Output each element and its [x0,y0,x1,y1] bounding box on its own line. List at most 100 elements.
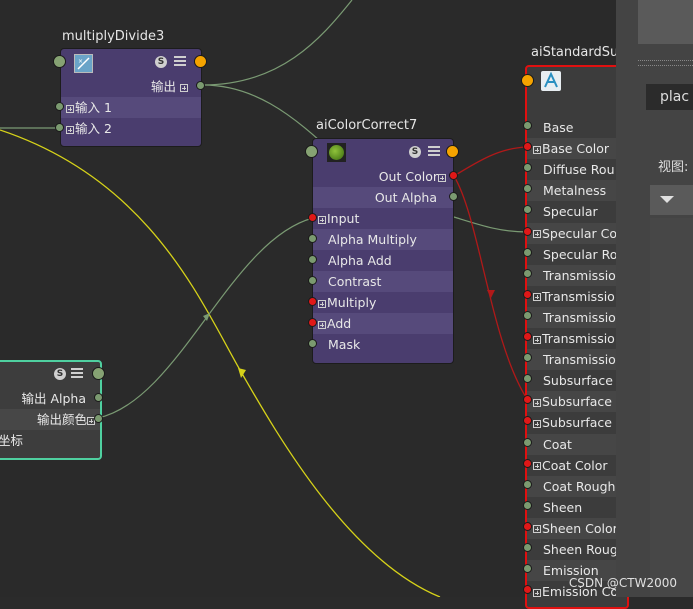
wire-red-subsurface [453,175,528,400]
attr-label: Coat Rough [543,478,616,494]
out-color-port[interactable] [94,414,103,423]
attr-row: Specular Ro [527,243,627,265]
attr-row: Base Color [527,138,627,160]
multiply-divide-node[interactable]: × S 输出 输入 1 输入 2 [60,48,202,147]
menu-icon[interactable] [428,146,440,157]
attr-label: Specular Co [542,225,617,241]
node-name-field[interactable]: plac [646,84,693,110]
multiply-divide-title: multiplyDivide3 [62,29,165,44]
swatch-toggle-icon[interactable]: S [54,368,66,380]
expand-icon[interactable] [533,293,541,302]
attr-port[interactable] [523,543,532,552]
multiply-divide-input-port[interactable] [53,55,66,68]
multiply-divide-output-port[interactable] [194,55,207,68]
contrast-port[interactable] [308,276,317,285]
attr-port[interactable] [523,437,532,447]
attribute-panel: plac 视图: [616,0,693,597]
mask-port[interactable] [308,339,317,348]
attr-label: Coat [543,436,572,452]
standard-surface-title: aiStandardSu [531,45,619,60]
swatch-toggle-icon[interactable]: S [155,56,167,68]
attr-port[interactable] [523,458,532,468]
input-1-port[interactable] [55,102,64,111]
expand-icon[interactable] [438,173,446,182]
wire-top-out [202,0,353,86]
input-port[interactable] [308,213,317,222]
expand-icon[interactable] [533,398,541,407]
alpha-multiply-port[interactable] [308,234,317,243]
expand-icon[interactable] [66,125,74,134]
out-alpha-port[interactable] [449,192,458,201]
expand-icon[interactable] [318,215,326,224]
chevron-down-icon [660,196,674,203]
add-port[interactable] [308,318,317,327]
attr-row: Subsurface [527,412,627,434]
attr-label: Sheen Color [542,520,618,536]
expand-icon[interactable] [533,462,541,471]
attr-label: Transmissio [543,267,616,283]
attr-row: Sheen Color [527,517,627,539]
color-correct-output-port[interactable] [446,145,459,158]
wire-alpha-to-spec [453,216,528,233]
expand-icon[interactable] [318,320,326,329]
menu-icon[interactable] [71,368,83,379]
expand-icon[interactable] [180,83,188,92]
expand-icon[interactable] [533,588,541,597]
multiply-port[interactable] [308,297,317,306]
alpha-add-port[interactable] [308,255,317,264]
attr-port[interactable] [523,289,532,299]
output-row: 输出 [61,76,201,97]
expand-icon[interactable] [66,104,74,113]
expand-icon[interactable] [318,299,326,308]
attr-port[interactable] [523,226,532,236]
attr-row: Metalness [527,180,627,202]
texture-node[interactable]: S 输出 Alpha 输出颜色 坐标 [0,360,102,460]
input-2-port[interactable] [55,123,64,132]
input-row-1: 输入 1 [61,97,201,118]
standard-surface-node[interactable]: Base Base Color Diffuse Rou Metalness Specul… [525,65,629,609]
color-correct-swatch-icon [327,143,346,162]
expand-icon[interactable] [533,419,541,428]
swatch-toggle-icon[interactable]: S [409,146,421,158]
multiply-label: Multiply [327,295,377,310]
menu-icon[interactable] [174,56,186,67]
attr-port[interactable] [523,268,532,278]
expand-icon[interactable] [533,335,541,344]
attr-port[interactable] [523,332,532,341]
attr-label: Transmissio [543,309,616,325]
attr-row: Diffuse Rou [527,159,627,181]
expand-icon[interactable] [533,145,541,154]
attr-row: Transmissio [527,328,627,349]
attr-port[interactable] [523,521,532,531]
alpha-multiply-label: Alpha Multiply [328,232,417,247]
texture-output-port[interactable] [92,367,105,380]
attr-row: Coat Color [527,454,627,476]
attr-row: Base [527,117,627,138]
out-color-port[interactable] [449,171,458,180]
alpha-add-label: Alpha Add [328,253,392,268]
attr-port[interactable] [523,479,532,489]
attr-port[interactable] [523,310,532,320]
attr-port[interactable] [523,500,532,510]
standard-surface-input-port[interactable] [521,74,534,87]
attr-port[interactable] [523,247,532,257]
out-alpha-row: 输出 Alpha [0,388,100,409]
wire-arrow-red [487,290,495,298]
output-port[interactable] [196,81,205,90]
out-alpha-port[interactable] [94,393,103,402]
multiply-row: Multiply [313,292,453,313]
input-label: Input [327,211,360,226]
out-color-label: 输出颜色 [36,412,87,427]
add-label: Add [327,316,352,331]
attr-label: Specular [543,204,598,220]
expand-icon[interactable] [533,525,541,534]
attr-port[interactable] [523,121,532,130]
output-label: 输出 [151,79,177,94]
expand-icon[interactable] [533,230,541,238]
arnold-logo-icon [541,71,561,91]
color-correct-node[interactable]: S Out Color Out Alpha Input Alpha Multip… [312,138,454,364]
view-dropdown[interactable] [650,185,693,215]
attr-row: Sheen Roug [527,539,627,560]
wire-arrow [238,368,246,378]
color-correct-input-port[interactable] [305,145,318,158]
